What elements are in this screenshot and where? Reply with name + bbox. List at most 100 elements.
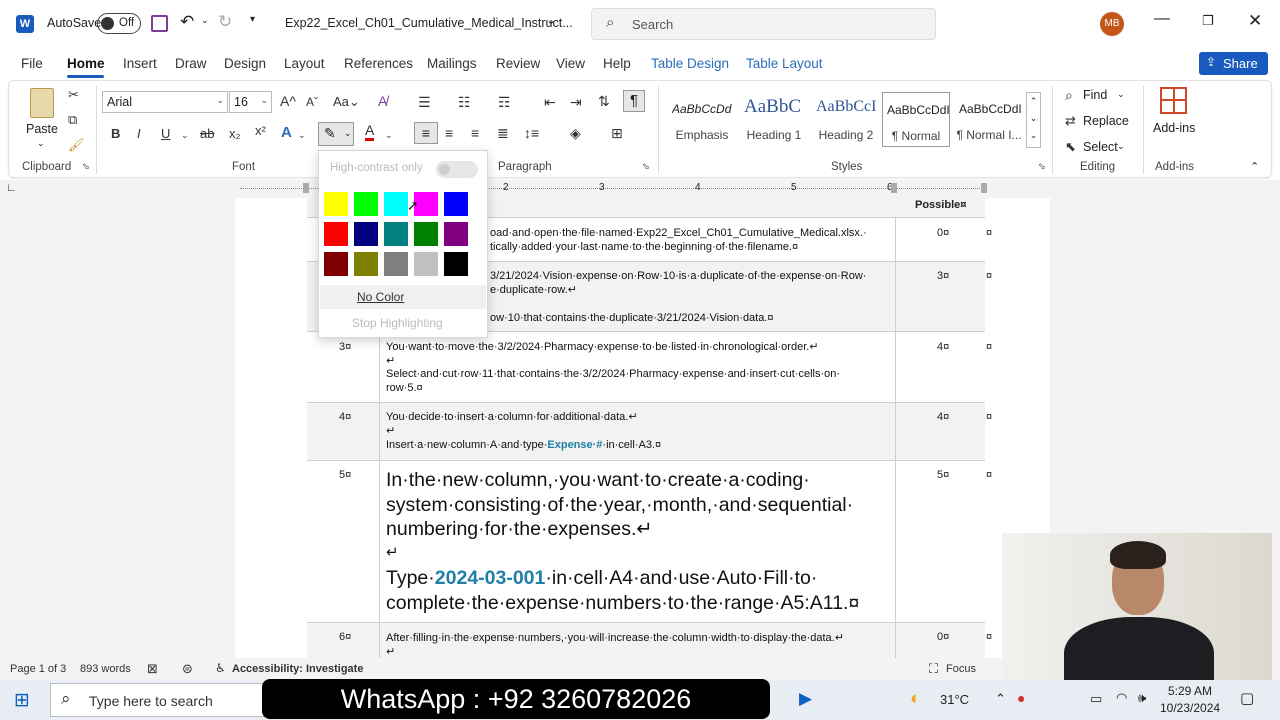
high-contrast-toggle[interactable] (436, 161, 478, 178)
minimize-icon[interactable]: — (1154, 10, 1170, 28)
select-button[interactable]: Select (1083, 140, 1118, 154)
macro-icon[interactable]: ⊜ (182, 661, 193, 677)
table-row[interactable]: 5¤ In·the·new·column,·you·want·to·create… (307, 461, 992, 623)
style-normal[interactable]: AaBbCcDdI ¶ Normal (882, 92, 950, 147)
highlight-swatch[interactable] (384, 222, 408, 246)
text-effects-icon[interactable]: A (281, 124, 292, 142)
autosave-toggle[interactable]: Off (97, 13, 141, 34)
highlight-swatch[interactable] (444, 222, 468, 246)
bold-icon[interactable]: B (111, 125, 120, 143)
clipboard-launcher-icon[interactable]: ⬂ (82, 161, 90, 172)
paste-dropdown-icon[interactable]: ⌄ (37, 138, 45, 149)
volume-icon[interactable]: 🕪 (1138, 690, 1146, 706)
tab-view[interactable]: View (556, 56, 585, 71)
avatar[interactable]: MB (1100, 12, 1124, 36)
grow-font-icon[interactable]: A^ (280, 92, 296, 110)
focus-button[interactable]: Focus (946, 663, 976, 675)
strikethrough-icon[interactable]: ab (200, 125, 214, 143)
align-center-icon[interactable]: ≡ (445, 124, 453, 142)
highlight-swatch[interactable] (324, 192, 348, 216)
tab-layout[interactable]: Layout (284, 56, 325, 71)
change-case-icon[interactable]: Aa⌄ (333, 93, 360, 111)
superscript-icon[interactable]: x² (255, 122, 266, 140)
page-count[interactable]: Page 1 of 3 (10, 663, 66, 675)
highlight-swatch[interactable] (444, 252, 468, 276)
accessibility-icon[interactable]: ♿ (215, 661, 226, 675)
multilevel-list-icon[interactable]: ☶ (498, 93, 511, 111)
align-left-icon[interactable]: ≡ (414, 122, 438, 144)
focus-icon[interactable]: ⛶ (929, 661, 938, 677)
styles-launcher-icon[interactable]: ⬂ (1038, 161, 1046, 172)
find-icon[interactable]: ⌕ (1065, 86, 1073, 104)
font-color-dropdown-icon[interactable]: ⌄ (385, 126, 393, 144)
weather-temp[interactable]: 31°C (940, 692, 969, 707)
paragraph-launcher-icon[interactable]: ⬂ (642, 161, 650, 172)
increase-indent-icon[interactable]: ⇥ (570, 93, 582, 111)
styles-scroll[interactable]: ⌃ ⌄ ⌄ (1026, 92, 1041, 148)
highlight-swatch[interactable] (384, 252, 408, 276)
windows-start-icon[interactable]: ⊞ (14, 689, 30, 712)
table-row[interactable]: 6¤ After·filling·in·the·expense·numbers,… (307, 623, 992, 658)
share-button[interactable]: ⇪ Share (1199, 52, 1268, 75)
tab-help[interactable]: Help (603, 56, 631, 71)
tray-chevron-icon[interactable]: ⌃ (995, 691, 1006, 707)
align-right-icon[interactable]: ≡ (471, 124, 479, 142)
decrease-indent-icon[interactable]: ⇤ (544, 93, 556, 111)
tab-mailings[interactable]: Mailings (427, 56, 477, 71)
highlight-swatch[interactable] (414, 222, 438, 246)
vertical-ruler[interactable] (0, 198, 22, 658)
highlight-swatch[interactable] (354, 252, 378, 276)
tab-review[interactable]: Review (496, 56, 540, 71)
undo-icon[interactable]: ↶ (180, 12, 194, 32)
cut-icon[interactable]: ✂ (68, 86, 79, 104)
style-emphasis[interactable]: AaBbCcDd Emphasis (668, 92, 736, 147)
highlight-swatch[interactable] (384, 192, 408, 216)
highlight-swatch[interactable] (414, 252, 438, 276)
find-button[interactable]: Find (1083, 88, 1107, 102)
restore-icon[interactable]: ❐ (1202, 13, 1214, 29)
proofing-icon[interactable]: ⊠ (147, 661, 158, 677)
save-icon[interactable] (151, 15, 168, 32)
format-painter-icon[interactable]: 🖌 (68, 136, 85, 154)
underline-icon[interactable]: U (161, 125, 170, 143)
sort-icon[interactable]: ⇅ (598, 92, 610, 110)
replace-icon[interactable]: ⇄ (1065, 112, 1076, 130)
borders-icon[interactable]: ⊞ (611, 124, 623, 142)
horizontal-ruler[interactable]: ∟ 2 3 4 5 6 (0, 180, 1280, 198)
column-marker[interactable] (303, 183, 309, 193)
select-dropdown-icon[interactable]: ⌄ (1117, 141, 1125, 152)
justify-icon[interactable]: ≣ (497, 124, 509, 142)
record-icon[interactable]: ● (1017, 690, 1025, 706)
subscript-icon[interactable]: x₂ (229, 125, 241, 143)
customize-toolbar-icon[interactable]: ▾ (250, 14, 255, 25)
notifications-icon[interactable]: ▢ (1240, 689, 1254, 707)
search-box[interactable]: ⌕ Search (591, 8, 936, 40)
no-color-item[interactable]: No Color (320, 285, 486, 309)
style-heading-2[interactable]: AaBbCcI Heading 2 (812, 92, 880, 147)
undo-dropdown-icon[interactable]: ⌄ (201, 15, 209, 26)
paste-button[interactable]: Paste (26, 122, 58, 136)
battery-icon[interactable]: ▭ (1090, 691, 1102, 707)
wifi-icon[interactable]: ◠ (1116, 690, 1127, 706)
paste-icon[interactable] (30, 88, 54, 118)
clock-time[interactable]: 5:29 AM (1168, 684, 1212, 698)
font-size-combo[interactable]: 16 ⌄ (229, 91, 272, 113)
highlight-swatch[interactable] (324, 222, 348, 246)
accessibility-status[interactable]: Accessibility: Investigate (232, 663, 363, 675)
close-icon[interactable]: ✕ (1248, 11, 1262, 31)
shrink-font-icon[interactable]: Aˇ (306, 93, 318, 111)
line-spacing-icon[interactable]: ↕≡ (524, 124, 539, 142)
document-title[interactable]: Exp22_Excel_Ch01_Cumulative_Medical_Inst… (285, 16, 573, 30)
tab-insert[interactable]: Insert (123, 56, 157, 71)
style-heading-1[interactable]: AaBbC Heading 1 (740, 92, 808, 147)
highlight-swatch[interactable] (324, 252, 348, 276)
bullets-icon[interactable]: ☰ (418, 93, 431, 111)
taskbar-search[interactable]: ⌕ Type here to search (50, 683, 282, 717)
tab-table-layout[interactable]: Table Layout (746, 56, 823, 71)
table-row[interactable]: 3¤ You·want·to·move·the·3/2/2024·Pharmac… (307, 332, 992, 403)
tab-file[interactable]: File (21, 56, 43, 71)
highlight-swatch[interactable] (444, 192, 468, 216)
title-chevron-icon[interactable]: ⌄ (546, 13, 556, 27)
addins-icon[interactable] (1160, 87, 1187, 114)
clock-date[interactable]: 10/23/2024 (1160, 701, 1220, 715)
